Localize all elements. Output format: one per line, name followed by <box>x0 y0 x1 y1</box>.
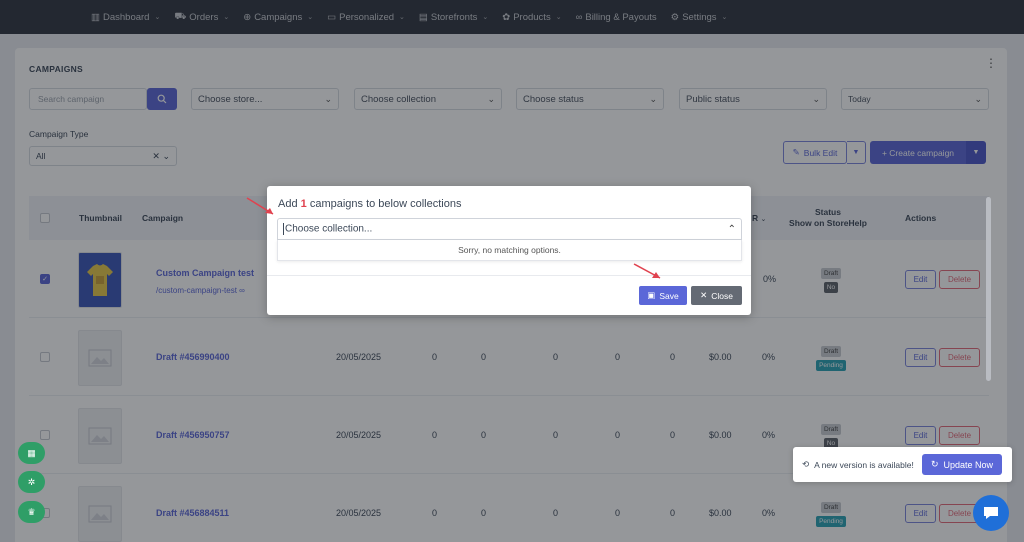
close-icon: ✕ <box>700 290 708 300</box>
modal-divider <box>267 275 751 276</box>
trophy-icon: ♛ <box>27 506 36 517</box>
floppy-icon: ▣ <box>647 290 656 300</box>
collection-combobox[interactable]: Choose collection... ⌃ <box>277 218 742 240</box>
refresh-icon: ↻ <box>930 459 939 469</box>
add-to-collection-modal: Add 1 campaigns to below collections Cho… <box>267 186 751 315</box>
chat-icon <box>984 507 998 519</box>
side-button-trophy[interactable]: ♛ <box>18 501 45 523</box>
no-options-message: Sorry, no matching options. <box>277 240 742 261</box>
close-button[interactable]: ✕ Close <box>691 286 742 305</box>
table-scrollbar[interactable] <box>986 197 991 381</box>
modal-title: Add 1 campaigns to below collections <box>278 198 462 210</box>
side-button-menu[interactable]: ▦ <box>18 442 45 464</box>
gear-icon: ✲ <box>27 476 36 487</box>
update-toast: ⟲ A new version is available! ↻ Update No… <box>793 447 1012 482</box>
save-button[interactable]: ▣ Save <box>639 286 687 305</box>
grid-icon: ▦ <box>27 447 36 458</box>
side-button-settings[interactable]: ✲ <box>18 471 45 493</box>
chat-button[interactable] <box>973 495 1009 531</box>
text-cursor <box>283 223 284 235</box>
refresh-icon: ⟲ <box>802 459 810 469</box>
chevron-up-icon[interactable]: ⌃ <box>728 224 736 235</box>
update-now-button[interactable]: ↻ Update Now <box>922 454 1002 475</box>
